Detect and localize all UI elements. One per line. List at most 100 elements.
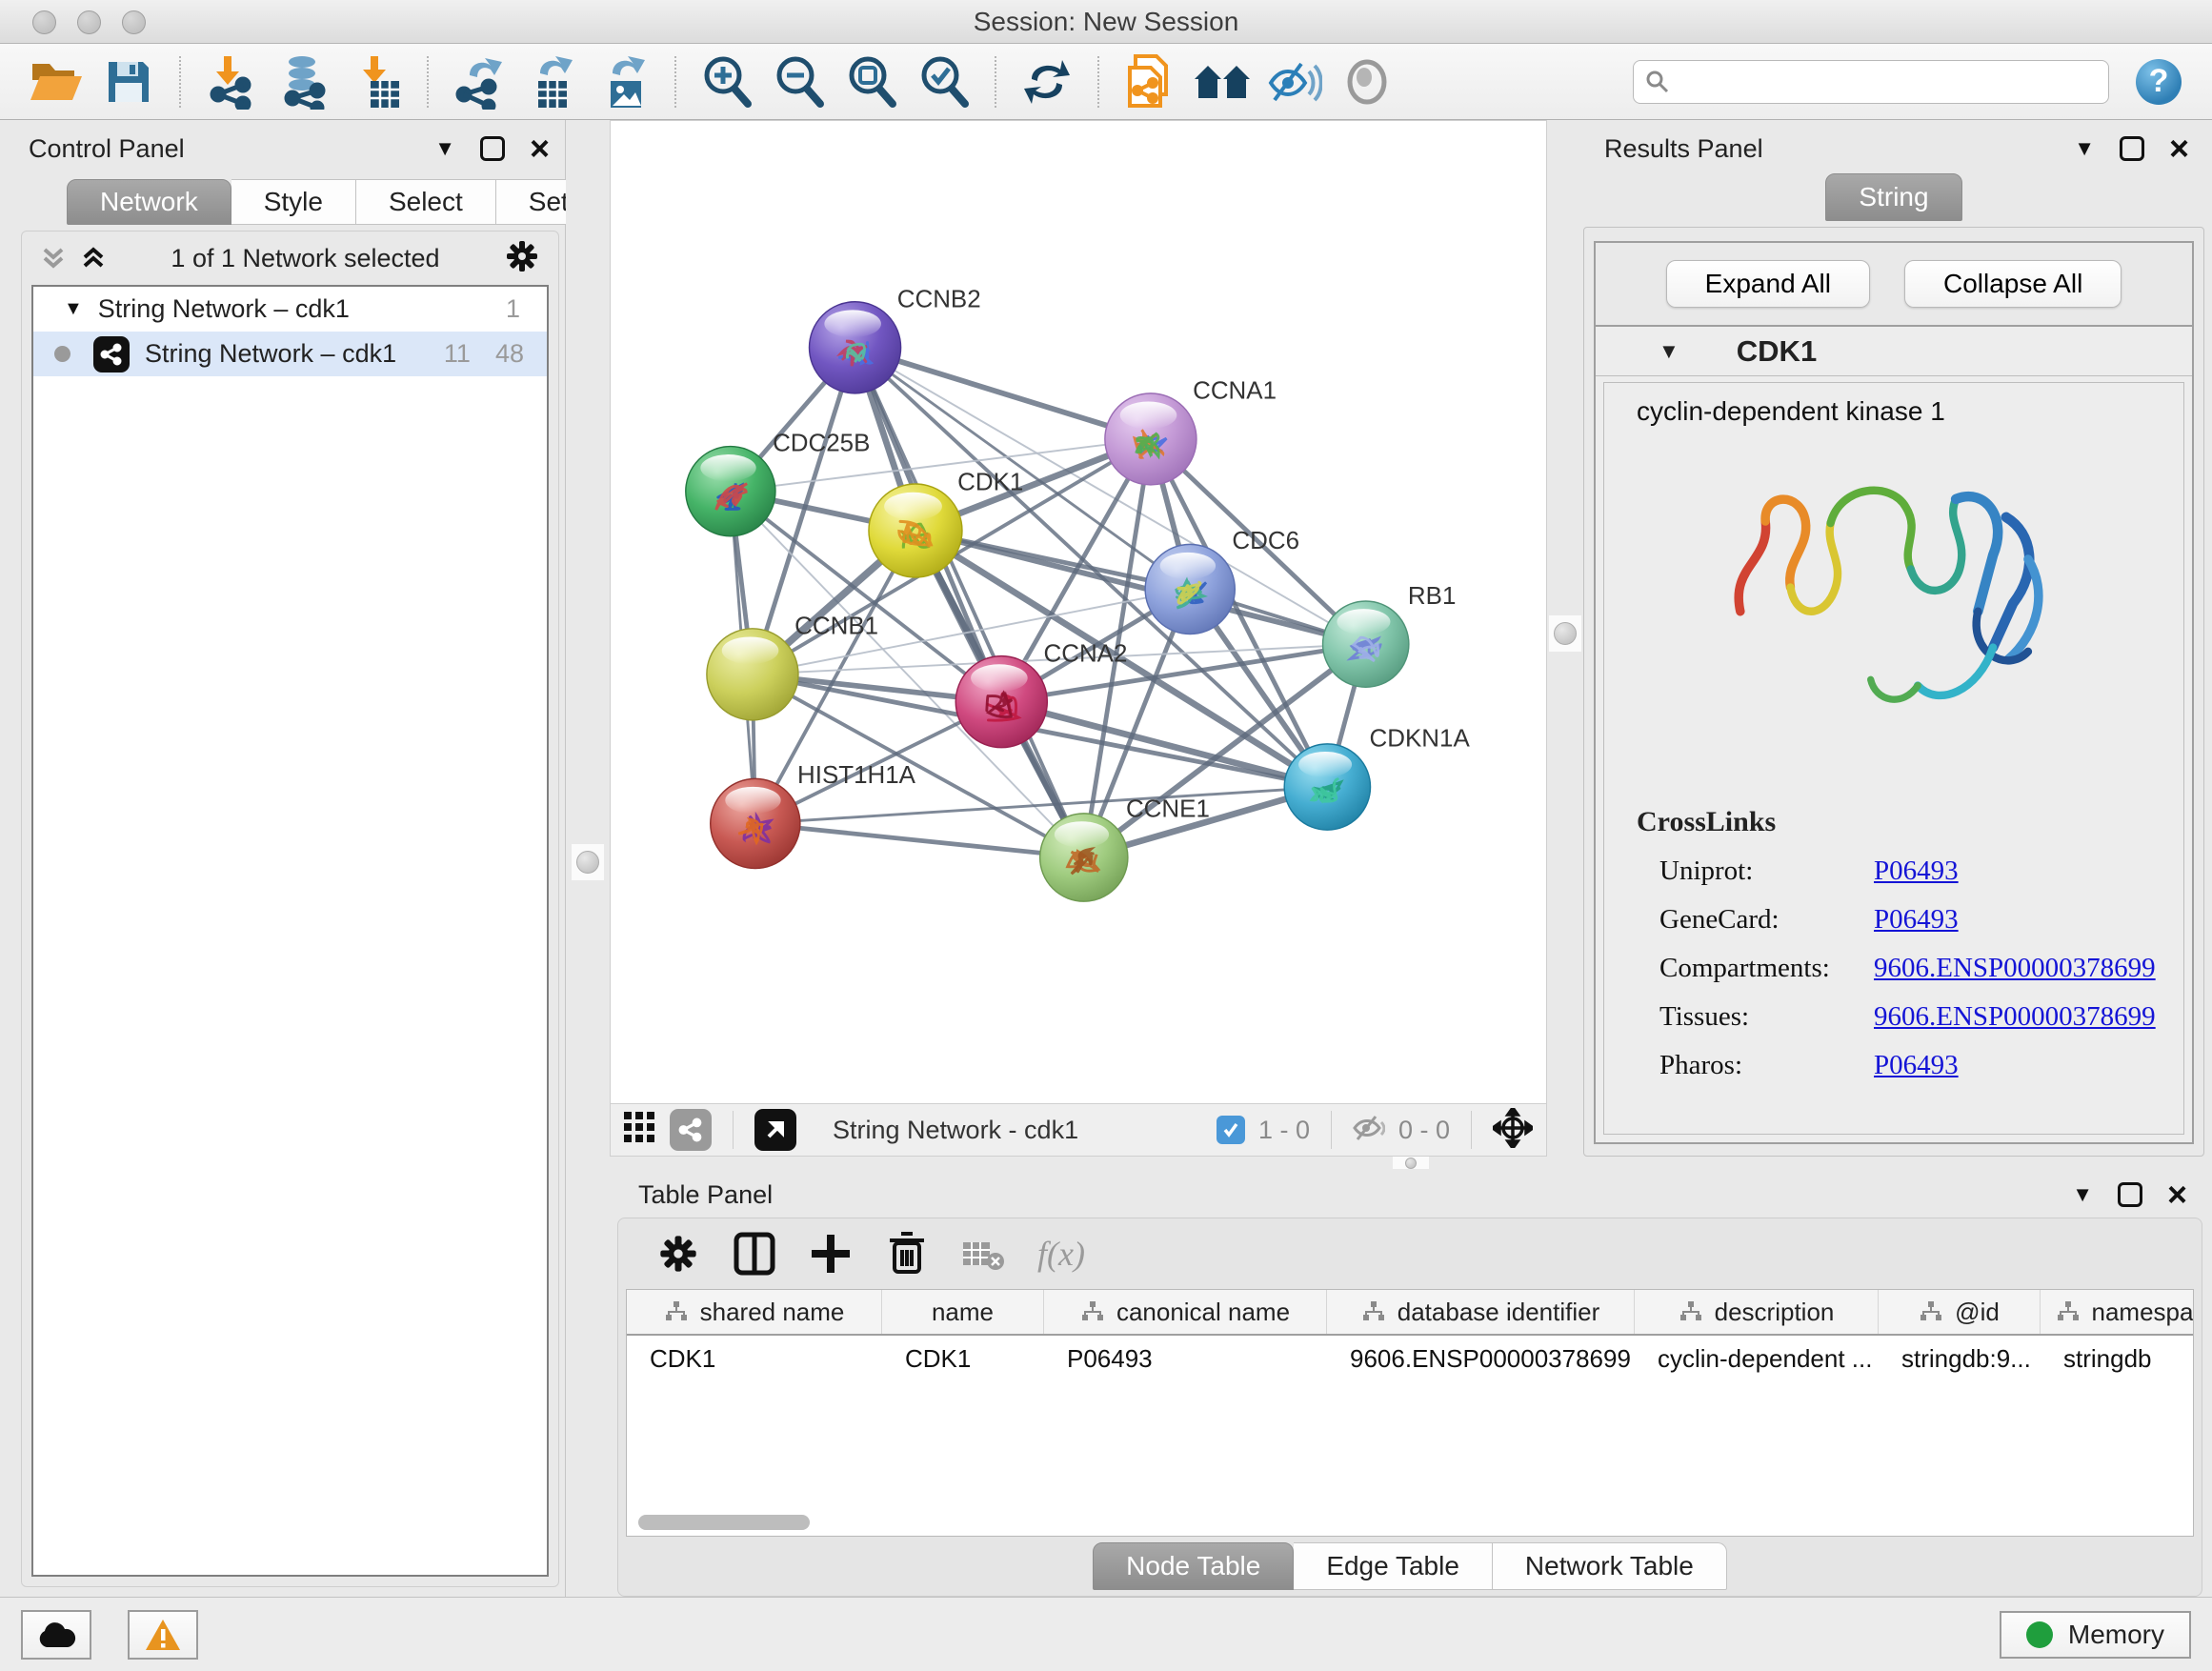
cloud-status-button[interactable]	[21, 1610, 91, 1660]
network-graph[interactable]: CCNB2CCNA1CDC25BCDK1CDC6RB1CCNB1CCNA2CDK…	[611, 121, 1546, 1103]
network-node-CDK1[interactable]: CDK1	[869, 470, 1023, 577]
tab-node-table[interactable]: Node Table	[1093, 1542, 1294, 1590]
tab-select[interactable]: Select	[356, 179, 496, 225]
table-cell[interactable]: stringdb:9...	[1879, 1336, 2041, 1381]
close-window-button[interactable]	[32, 10, 56, 34]
table-cell[interactable]: CDK1	[882, 1336, 1044, 1381]
fit-selected-crosshair-icon[interactable]	[1493, 1108, 1533, 1153]
crosslink-link[interactable]: 9606.ENSP00000378699	[1874, 1001, 2156, 1033]
delete-column-icon[interactable]	[885, 1232, 929, 1276]
search-field[interactable]	[1633, 60, 2109, 104]
save-session-icon[interactable]	[97, 51, 160, 112]
crosslink-link[interactable]: P06493	[1874, 904, 1959, 936]
close-panel-icon[interactable]: ×	[2167, 1182, 2187, 1207]
network-canvas[interactable]: CCNB2CCNA1CDC25BCDK1CDC6RB1CCNB1CCNA2CDK…	[610, 120, 1547, 1103]
table-row[interactable]: CDK1CDK1P064939606.ENSP00000378699cyclin…	[627, 1336, 2193, 1381]
minimize-window-button[interactable]	[77, 10, 101, 34]
column-header-name[interactable]: name	[882, 1290, 1044, 1334]
eye-icon[interactable]	[1336, 51, 1398, 112]
import-network-database-icon[interactable]	[272, 51, 335, 112]
network-collection-row[interactable]: ▼ String Network – cdk1 1	[33, 287, 547, 332]
refresh-icon[interactable]	[1016, 51, 1078, 112]
column-header-canonical-name[interactable]: canonical name	[1044, 1290, 1327, 1334]
splitter-handle[interactable]	[1554, 622, 1577, 645]
open-session-icon[interactable]	[25, 51, 88, 112]
network-node-CDC6[interactable]: CDC6	[1145, 528, 1299, 634]
crosslink-link[interactable]: P06493	[1874, 856, 1959, 887]
tab-edge-table[interactable]: Edge Table	[1294, 1542, 1493, 1590]
close-panel-icon[interactable]: ×	[2169, 136, 2189, 161]
zoom-in-icon[interactable]	[695, 51, 758, 112]
tab-network-table[interactable]: Network Table	[1493, 1542, 1727, 1590]
column-header-description[interactable]: description	[1635, 1290, 1879, 1334]
table-cell[interactable]: P06493	[1044, 1336, 1327, 1381]
network-node-CDKN1A[interactable]: CDKN1A	[1284, 726, 1470, 830]
string-view-icon[interactable]	[670, 1109, 712, 1151]
tab-network[interactable]: Network	[67, 179, 231, 225]
hide-unhide-icon[interactable]	[1263, 51, 1326, 112]
export-image-icon[interactable]	[593, 51, 655, 112]
tab-style[interactable]: Style	[231, 179, 356, 225]
memory-button[interactable]: Memory	[2000, 1611, 2191, 1659]
add-column-icon[interactable]	[809, 1232, 853, 1276]
import-table-file-icon[interactable]	[345, 51, 408, 112]
home-networks-icon[interactable]	[1191, 51, 1254, 112]
network-node-CCNA1[interactable]: CCNA1	[1105, 378, 1277, 485]
column-header-database-identifier[interactable]: database identifier	[1327, 1290, 1635, 1334]
table-options-gear-icon[interactable]	[656, 1232, 700, 1276]
crosslink-link[interactable]: 9606.ENSP00000378699	[1874, 953, 2156, 984]
zoom-out-icon[interactable]	[768, 51, 831, 112]
network-node-RB1[interactable]: RB1	[1323, 583, 1457, 687]
column-header-shared-name[interactable]: shared name	[627, 1290, 882, 1334]
section-collapse-caret-icon[interactable]: ▼	[1659, 339, 1679, 364]
crosslink-link[interactable]: P06493	[1874, 1050, 1959, 1081]
collapse-all-networks-icon[interactable]	[41, 246, 66, 271]
table-cell[interactable]: stringdb	[2041, 1336, 2194, 1381]
column-header-@id[interactable]: @id	[1879, 1290, 2041, 1334]
panel-menu-caret-icon[interactable]: ▼	[2072, 1182, 2093, 1207]
hidden-eye-icon[interactable]	[1353, 1114, 1385, 1147]
tab-string[interactable]: String	[1825, 173, 1961, 221]
network-edge[interactable]	[755, 787, 1328, 823]
zoom-window-button[interactable]	[122, 10, 146, 34]
table-cell[interactable]: cyclin-dependent ...	[1635, 1336, 1879, 1381]
grid-view-icon[interactable]	[624, 1112, 656, 1149]
panel-menu-caret-icon[interactable]: ▼	[2074, 136, 2095, 161]
tree-expand-caret-icon[interactable]: ▼	[64, 298, 83, 320]
export-network-icon[interactable]	[448, 51, 511, 112]
float-panel-icon[interactable]	[2120, 136, 2144, 161]
zoom-selected-icon[interactable]	[913, 51, 975, 112]
help-icon[interactable]: ?	[2136, 59, 2182, 105]
float-panel-icon[interactable]	[480, 136, 505, 161]
birdseye-view-icon[interactable]	[754, 1109, 796, 1151]
right-splitter[interactable]	[1547, 120, 1583, 1157]
splitter-handle[interactable]	[1405, 1158, 1417, 1169]
search-input[interactable]	[1678, 67, 2097, 96]
column-header-namespac[interactable]: namespac	[2041, 1290, 2194, 1334]
network-node-CCNB1[interactable]: CCNB1	[707, 614, 878, 720]
splitter-handle[interactable]	[576, 851, 599, 874]
network-row[interactable]: String Network – cdk1 11 48	[33, 332, 547, 376]
delete-table-icon[interactable]	[961, 1232, 1005, 1276]
zoom-fit-icon[interactable]	[840, 51, 903, 112]
panel-menu-caret-icon[interactable]: ▼	[434, 136, 455, 161]
table-cell[interactable]: 9606.ENSP00000378699	[1327, 1336, 1635, 1381]
network-options-gear-icon[interactable]	[505, 239, 539, 278]
warning-status-button[interactable]	[128, 1610, 198, 1660]
float-panel-icon[interactable]	[2118, 1182, 2142, 1207]
expand-all-networks-icon[interactable]	[81, 246, 106, 271]
gene-section-header[interactable]: ▼ CDK1	[1596, 327, 2192, 376]
function-builder-icon[interactable]: f(x)	[1037, 1234, 1085, 1274]
show-columns-icon[interactable]	[733, 1232, 776, 1276]
expand-all-button[interactable]: Expand All	[1666, 260, 1870, 308]
horizontal-scrollbar[interactable]	[638, 1515, 810, 1530]
table-cell[interactable]: CDK1	[627, 1336, 882, 1381]
left-splitter[interactable]	[566, 120, 610, 1597]
bottom-splitter[interactable]	[610, 1157, 2212, 1170]
selected-nodes-checkbox[interactable]	[1217, 1116, 1245, 1144]
collapse-all-button[interactable]: Collapse All	[1904, 260, 2122, 308]
export-table-icon[interactable]	[520, 51, 583, 112]
import-network-file-icon[interactable]	[200, 51, 263, 112]
network-node-CDC25B[interactable]: CDC25B	[686, 430, 871, 535]
close-panel-icon[interactable]: ×	[530, 136, 550, 161]
